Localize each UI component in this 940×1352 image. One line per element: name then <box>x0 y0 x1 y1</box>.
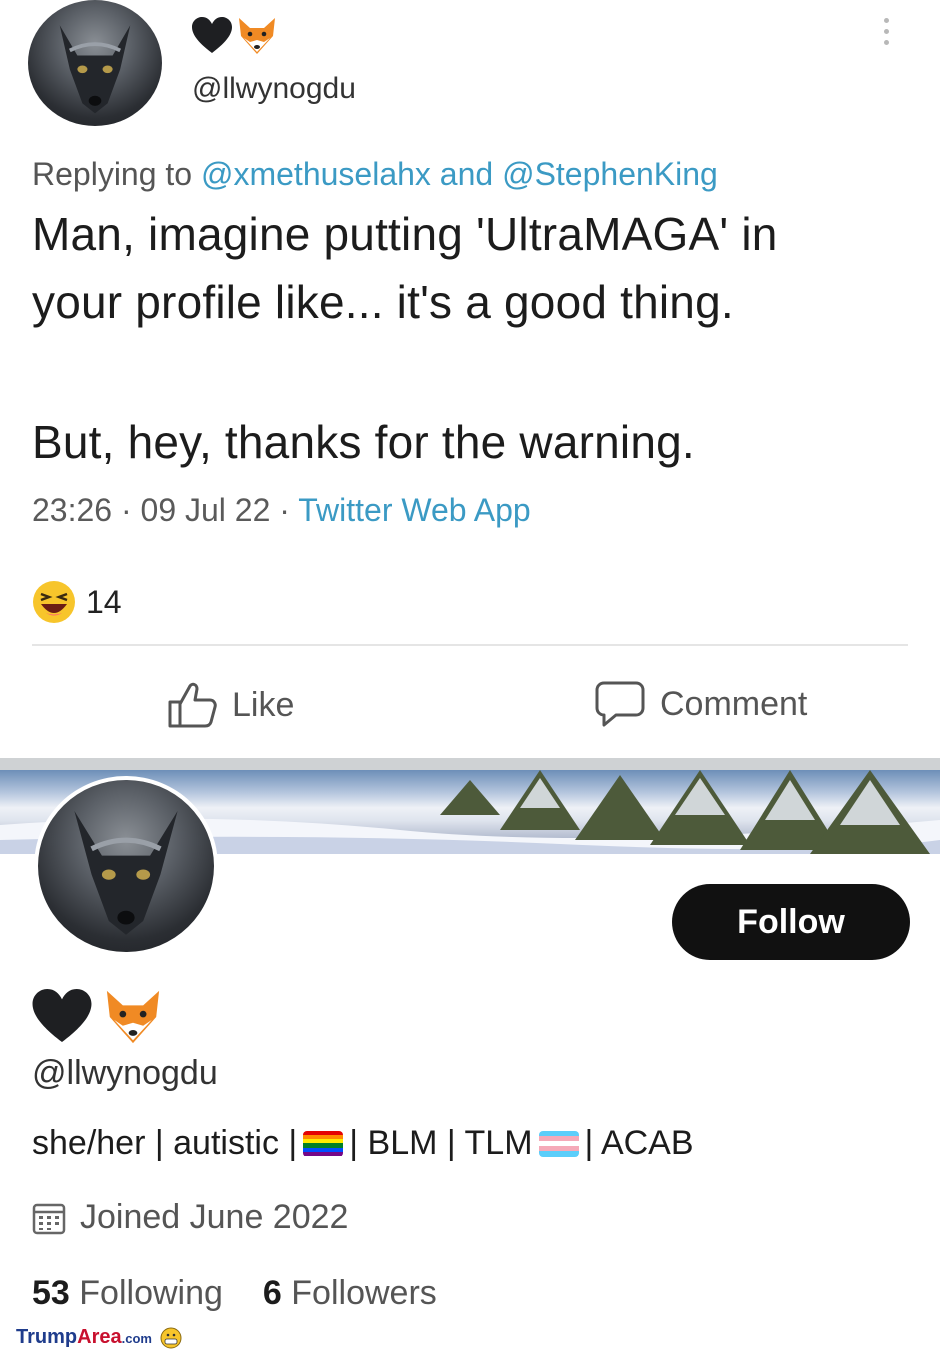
watermark-brand: Area <box>77 1326 122 1348</box>
reply-and: and <box>439 156 494 192</box>
like-label: Like <box>232 685 295 724</box>
reply-mention-link[interactable]: @StephenKing <box>502 156 718 192</box>
tweet-text: Man, imagine putting 'UltraMAGA' in your… <box>32 200 932 476</box>
calendar-icon <box>32 1203 66 1234</box>
replying-prefix: Replying to <box>32 156 193 192</box>
comment-button[interactable]: Comment <box>594 680 807 728</box>
tweet-source-link[interactable]: Twitter Web App <box>298 492 530 528</box>
followers-link[interactable]: 6 Followers <box>263 1274 437 1313</box>
joined-date: Joined June 2022 <box>32 1198 348 1237</box>
followers-label: Followers <box>291 1274 437 1312</box>
meta-separator: · <box>279 492 290 528</box>
follow-button[interactable]: Follow <box>672 884 910 960</box>
fox-face-icon <box>239 18 275 54</box>
reaction-summary[interactable]: 14 <box>32 580 122 624</box>
tweet-text-line: Man, imagine putting 'UltraMAGA' in <box>32 208 778 260</box>
joined-text: Joined June 2022 <box>80 1198 349 1236</box>
following-link[interactable]: 53 Following <box>32 1274 223 1313</box>
divider <box>32 644 908 646</box>
fox-face-icon <box>106 990 160 1044</box>
like-button[interactable]: Like <box>166 680 294 730</box>
reply-mention-link[interactable]: @xmethuselahx <box>201 156 431 192</box>
tweet-date: 09 Jul 22 <box>140 492 271 528</box>
tweet-meta: 23:26 · 09 Jul 22 · Twitter Web App <box>32 492 531 529</box>
profile-bio: she/her | autistic | | BLM | TLM | ACAB <box>32 1124 694 1163</box>
followers-count: 6 <box>262 1274 282 1312</box>
comment-label: Comment <box>660 684 808 723</box>
watermark: TrumpArea.com <box>16 1326 182 1349</box>
profile-name-emojis <box>32 988 164 1046</box>
bio-text: she/her | autistic | <box>32 1124 298 1162</box>
transgender-flag-icon <box>538 1130 579 1157</box>
following-label: Following <box>79 1274 223 1312</box>
bio-text: | BLM | TLM <box>349 1124 533 1162</box>
watermark-emoji-icon <box>160 1327 182 1348</box>
tweet-text-line: But, hey, thanks for the warning. <box>32 416 695 468</box>
rainbow-flag-icon <box>303 1130 344 1157</box>
watermark-brand: Trump <box>16 1326 78 1348</box>
profile-handle: @llwynogdu <box>32 1054 218 1092</box>
tweet-handle[interactable]: @llwynogdu <box>192 72 356 106</box>
more-options-icon[interactable] <box>884 18 889 45</box>
replying-to: Replying to @xmethuselahx and @StephenKi… <box>32 156 718 193</box>
black-heart-icon <box>192 17 232 53</box>
tweet-avatar[interactable] <box>28 0 162 126</box>
comment-icon <box>595 681 645 727</box>
meta-separator: · <box>120 492 132 528</box>
following-count: 53 <box>32 1274 70 1312</box>
thumbs-up-icon <box>168 682 217 728</box>
section-separator <box>0 758 940 770</box>
tweet-time: 23:26 <box>32 492 113 528</box>
watermark-brand: .com <box>121 1331 152 1346</box>
reaction-count: 14 <box>86 583 122 620</box>
profile-avatar[interactable] <box>34 776 218 956</box>
follow-stats: 53 Following 6 Followers <box>32 1274 437 1313</box>
tweet-name-emojis <box>192 14 278 58</box>
bio-text: | ACAB <box>584 1124 694 1162</box>
black-heart-icon <box>32 989 92 1043</box>
laughing-emoji-icon <box>33 581 75 623</box>
tweet-text-line: your profile like... it's a good thing. <box>32 276 734 328</box>
